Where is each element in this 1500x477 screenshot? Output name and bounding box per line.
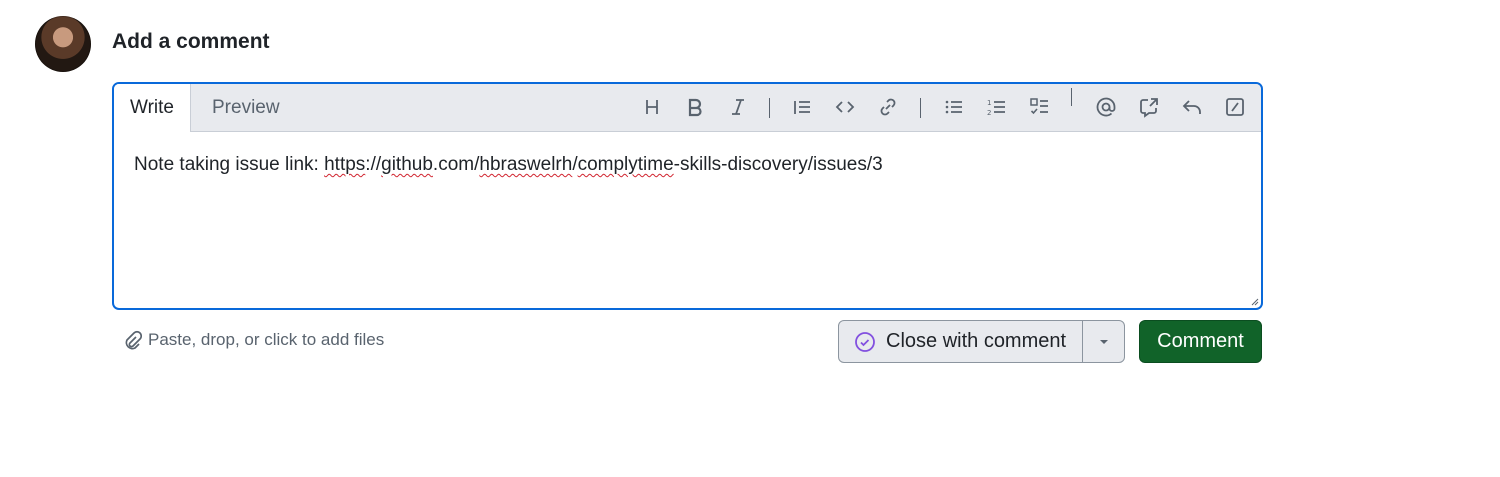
task-list-icon[interactable] (1025, 92, 1055, 122)
cross-reference-icon[interactable] (1134, 92, 1164, 122)
close-with-comment-label: Close with comment (886, 330, 1067, 352)
user-avatar[interactable] (35, 16, 91, 72)
attach-files-label: Paste, drop, or click to add files (148, 330, 385, 349)
comment-text-prefix: Note taking issue link: (134, 154, 325, 175)
link-part: https (324, 154, 366, 175)
slash-commands-icon[interactable] (1220, 92, 1250, 122)
attach-files[interactable]: Paste, drop, or click to add files (122, 330, 384, 350)
italic-icon[interactable] (723, 92, 753, 122)
bold-icon[interactable] (680, 92, 710, 122)
tab-preview[interactable]: Preview (194, 84, 298, 131)
link-part: hbraswelrh (479, 154, 573, 175)
comment-editor: Write Preview 12 Note taking issue link:… (112, 82, 1263, 310)
comment-heading: Add a comment (112, 30, 270, 53)
close-options-dropdown[interactable] (1082, 321, 1124, 362)
bulleted-list-icon[interactable] (939, 92, 969, 122)
comment-textarea[interactable]: Note taking issue link: https://github.c… (134, 154, 1241, 176)
resize-handle-icon[interactable] (1249, 296, 1259, 306)
close-issue-group: Close with comment (838, 320, 1126, 363)
code-icon[interactable] (830, 92, 860, 122)
tab-write[interactable]: Write (114, 84, 191, 132)
link-part: github (381, 154, 433, 175)
editor-toolbar: Write Preview 12 (114, 84, 1261, 132)
link-part: -skills-discovery/issues/3 (673, 154, 883, 175)
paperclip-icon (125, 330, 142, 350)
check-circle-icon (855, 331, 875, 352)
link-part: :// (365, 154, 382, 175)
close-with-comment-button[interactable]: Close with comment (839, 321, 1082, 362)
comment-button[interactable]: Comment (1139, 320, 1262, 363)
link-part: complytime (577, 154, 674, 175)
link-icon[interactable] (873, 92, 903, 122)
quote-icon[interactable] (787, 92, 817, 122)
link-part: .com/ (432, 154, 480, 175)
numbered-list-icon[interactable]: 12 (982, 92, 1012, 122)
reply-icon[interactable] (1177, 92, 1207, 122)
toolbar-divider (1071, 88, 1072, 106)
mention-icon[interactable] (1091, 92, 1121, 122)
svg-text:1: 1 (987, 99, 991, 107)
toolbar-divider (920, 98, 921, 118)
toolbar-divider (769, 98, 770, 118)
heading-icon[interactable] (637, 92, 667, 122)
svg-text:2: 2 (987, 109, 991, 117)
caret-down-icon (1099, 339, 1108, 344)
